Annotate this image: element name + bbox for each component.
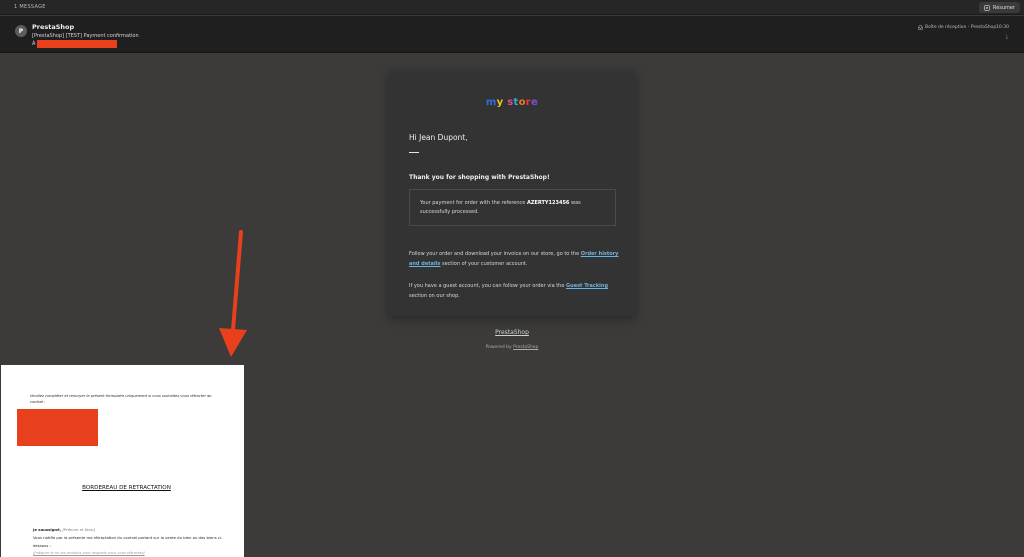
greeting: Hi Jean Dupont,	[409, 133, 468, 142]
sender-name: PrestaShop	[32, 23, 75, 31]
inbox-icon	[918, 25, 923, 30]
email-body-card: my store Hi Jean Dupont, Thank you for s…	[389, 71, 635, 316]
divider	[409, 152, 419, 153]
withdrawal-form-preview[interactable]: Veuillez compléter et renvoyer le présen…	[1, 365, 244, 557]
guest-tracking-link[interactable]: Guest Tracking	[566, 283, 608, 289]
guest-tracking-text: If you have a guest account, you can fol…	[409, 283, 609, 299]
avatar: P	[15, 25, 27, 37]
mailbox-folder[interactable]: Boîte de réception - PrestaShop	[918, 25, 996, 30]
footer-shop-link[interactable]: PrestaShop	[389, 329, 635, 336]
form-signatory-line: Je soussigné, [Prénom et Nom]	[33, 527, 96, 532]
follow-order-text: Follow your order and download your invo…	[409, 251, 619, 267]
address-redaction	[17, 409, 98, 446]
form-title: BORDEREAU DE RETRACTATION	[82, 485, 171, 491]
message-subject: [PrestaShop] [TEST] Payment confirmation	[32, 33, 139, 39]
message-header[interactable]: P PrestaShop [PrestaShop] [TEST] Payment…	[0, 16, 1024, 53]
thanks-heading: Thank you for shopping with PrestaShop!	[409, 174, 550, 181]
store-logo: my store	[485, 97, 539, 108]
form-products-line: [Indiquer le ou les produits pour lesque…	[33, 551, 145, 555]
summarize-label: Résumer	[992, 4, 1015, 11]
annotation-arrow-icon	[219, 230, 247, 357]
payment-confirmation-box: Your payment for order with the referenc…	[409, 189, 616, 226]
message-count: 1 MESSAGE	[14, 4, 46, 10]
thread-toolbar: 1 MESSAGE Résumer	[0, 0, 1024, 15]
order-reference: AZERTY123456	[526, 200, 570, 206]
summarize-icon	[984, 4, 990, 11]
recipient-redaction	[37, 40, 118, 48]
recipient-prefix: À	[32, 41, 36, 47]
message-time: 10:30	[996, 25, 1009, 30]
folder-label: Boîte de réception - PrestaShop	[925, 25, 997, 30]
powered-by-link[interactable]: PrestaShop	[513, 345, 538, 350]
summarize-button[interactable]: Résumer	[978, 2, 1020, 13]
recipient-row: À	[32, 40, 118, 48]
powered-by: Powered by PrestaShop	[485, 345, 539, 350]
form-intro: Veuillez compléter et renvoyer le présen…	[30, 394, 212, 404]
form-notice-line: Vous notifie par la présente ma rétracta…	[33, 535, 223, 548]
more-icon[interactable]: ⤓	[1006, 34, 1008, 40]
